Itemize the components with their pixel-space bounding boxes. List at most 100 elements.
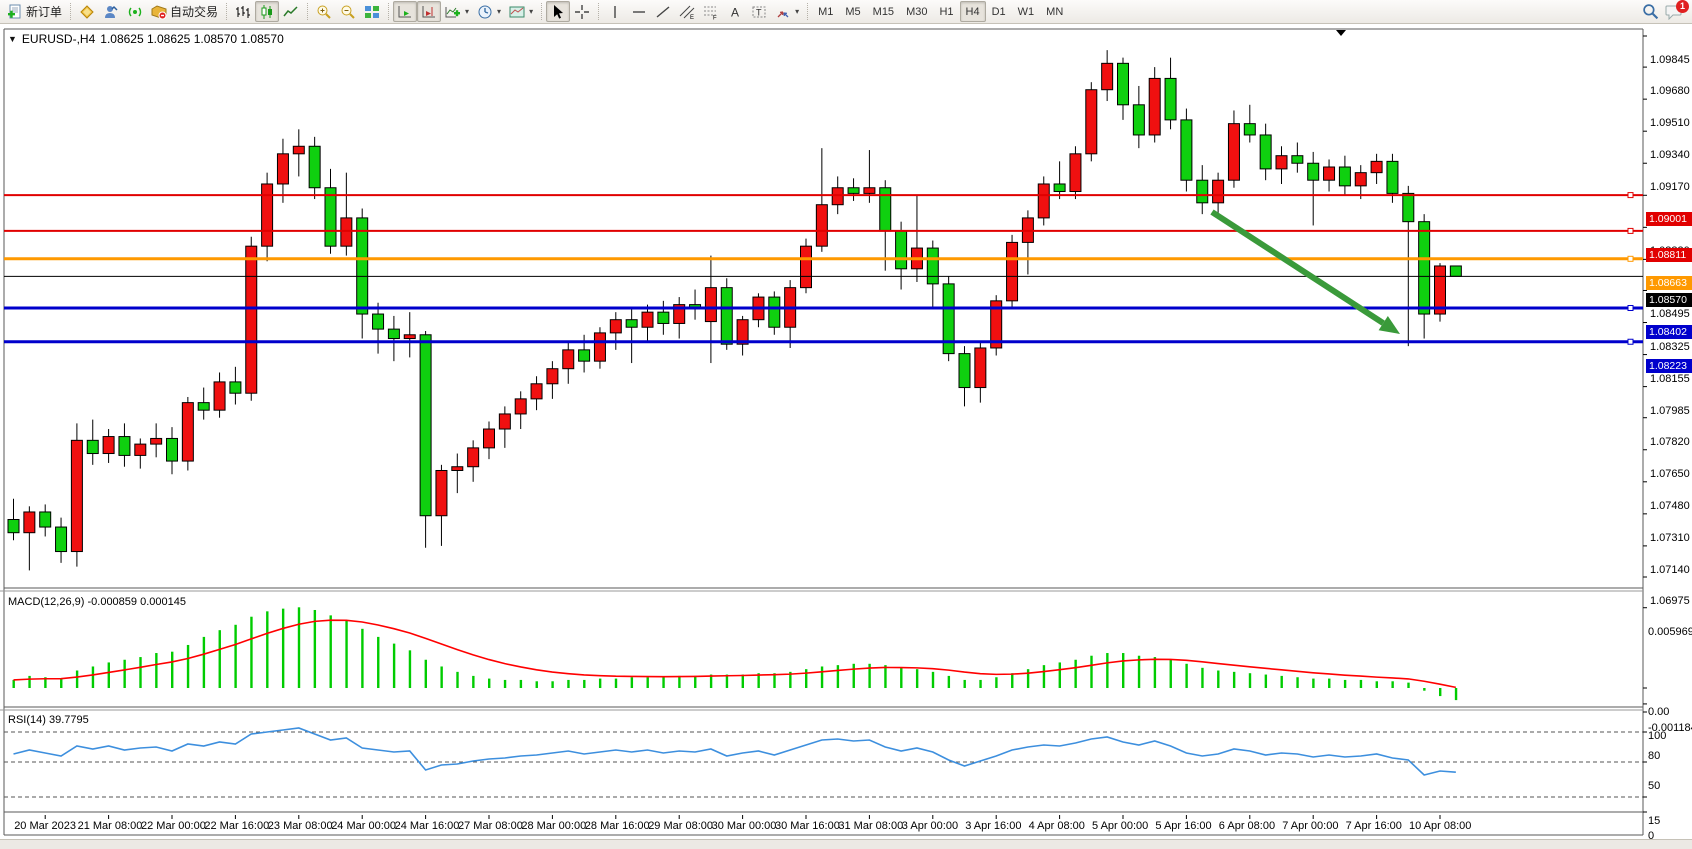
equidistant-channel-button[interactable]: E [675,1,699,22]
signal-waves-icon [127,4,143,20]
macd-bar [726,675,728,688]
time-tick-label: 28 Mar 00:00 [521,820,586,832]
macd-bar [583,680,585,688]
candlestick-mode-button[interactable] [255,1,279,22]
dropdown-arrow-icon: ▾ [465,7,469,16]
toolbar-separator [307,3,308,20]
timeframe-M30[interactable]: M30 [900,1,933,22]
crosshair-button[interactable] [570,1,594,22]
macd-bar [1296,677,1298,688]
text-label-button[interactable]: T [747,1,771,22]
indicators-button[interactable]: ▾ [441,1,473,22]
horizontal-line-button[interactable] [627,1,651,22]
chart-shift-marker-icon[interactable] [1336,30,1346,36]
timeframe-MN[interactable]: MN [1040,1,1069,22]
arrows-button[interactable]: ▾ [771,1,803,22]
annotation-arrow[interactable] [1212,212,1383,323]
channel-icon: E [679,4,695,20]
macd-bar [979,680,981,688]
candle-body [1244,124,1255,135]
signals-button[interactable] [123,1,147,22]
macd-bar [1249,673,1251,688]
bar-chart-mode-button[interactable] [231,1,255,22]
community-button[interactable] [99,1,123,22]
line-handle[interactable] [1628,193,1633,198]
candle-body [135,444,146,455]
candle-body [388,329,399,338]
toolbar-separator [226,3,227,20]
toolbar-separator [598,3,599,20]
candle-body [182,403,193,461]
macd-bar [694,676,696,688]
candle-body [8,520,19,533]
macd-bar [361,629,363,688]
macd-bar [171,652,173,688]
price-level-badge: 1.08570 [1646,293,1692,307]
macd-bar [647,677,649,688]
timeframe-M15[interactable]: M15 [867,1,900,22]
line-handle[interactable] [1628,339,1633,344]
periods-button[interactable]: ▾ [473,1,505,22]
quotes-button[interactable] [75,1,99,22]
line-handle[interactable] [1628,256,1633,261]
cursor-button[interactable] [546,1,570,22]
search-icon[interactable] [1642,3,1659,20]
candle-body [484,429,495,448]
chart-title[interactable]: ▼ EURUSD-,H4 1.08625 1.08625 1.08570 1.0… [8,32,284,46]
rsi-value: 39.7795 [49,714,89,726]
candle-body [531,384,542,399]
timeframe-D1[interactable]: D1 [986,1,1012,22]
auto-trading-label: 自动交易 [170,3,218,20]
macd-bar [377,637,379,688]
trendline-icon [655,4,671,20]
candle-body [341,218,352,246]
price-level-badge: 1.09001 [1646,212,1692,226]
auto-scroll-button[interactable] [393,1,417,22]
new-order-button[interactable]: 新订单 [3,1,66,22]
timeframe-M1[interactable]: M1 [812,1,839,22]
line-chart-mode-button[interactable] [279,1,303,22]
zoom-out-icon [340,4,356,20]
zoom-out-button[interactable] [336,1,360,22]
macd-bar [1027,669,1029,688]
candle-body [103,437,114,454]
zoom-in-button[interactable] [312,1,336,22]
trendline-button[interactable] [651,1,675,22]
fibonacci-button[interactable]: F [699,1,723,22]
macd-bar [916,669,918,688]
candle-body [626,320,637,328]
vertical-line-button[interactable] [603,1,627,22]
timeframe-H4[interactable]: H4 [960,1,986,22]
macd-bar [1059,662,1061,688]
candle-body [357,218,368,314]
time-tick-label: 20 Mar 2023 [14,820,76,832]
macd-bar [1170,660,1172,688]
timeframe-M5[interactable]: M5 [839,1,866,22]
chart-canvas[interactable] [0,24,1692,849]
candle-body [1355,173,1366,186]
macd-bar [551,681,553,688]
candle-body [1308,163,1319,180]
line-handle[interactable] [1628,228,1633,233]
templates-button[interactable]: ▾ [505,1,537,22]
notifications-button[interactable]: 1 [1665,4,1683,20]
candle-body [1165,78,1176,119]
timeframe-W1[interactable]: W1 [1012,1,1041,22]
text-button[interactable]: A [723,1,747,22]
candlestick-icon [259,4,275,20]
symbol-period-label: EURUSD-,H4 [22,32,95,46]
auto-trading-button[interactable]: 自动交易 [147,1,222,22]
ohlc-values: 1.08625 1.08625 1.08570 1.08570 [100,32,284,46]
time-tick-label: 7 Apr 00:00 [1282,820,1338,832]
price-tick-label: 1.07985 [1650,405,1690,417]
macd-bar [599,679,601,688]
candle-body [1086,90,1097,154]
line-handle[interactable] [1628,306,1633,311]
tile-windows-button[interactable] [360,1,384,22]
candle-body [1007,242,1018,300]
gold-diamond-icon [79,4,95,20]
new-order-label: 新订单 [26,3,62,20]
macd-bar [837,665,839,688]
timeframe-H1[interactable]: H1 [933,1,959,22]
chart-shift-button[interactable] [417,1,441,22]
